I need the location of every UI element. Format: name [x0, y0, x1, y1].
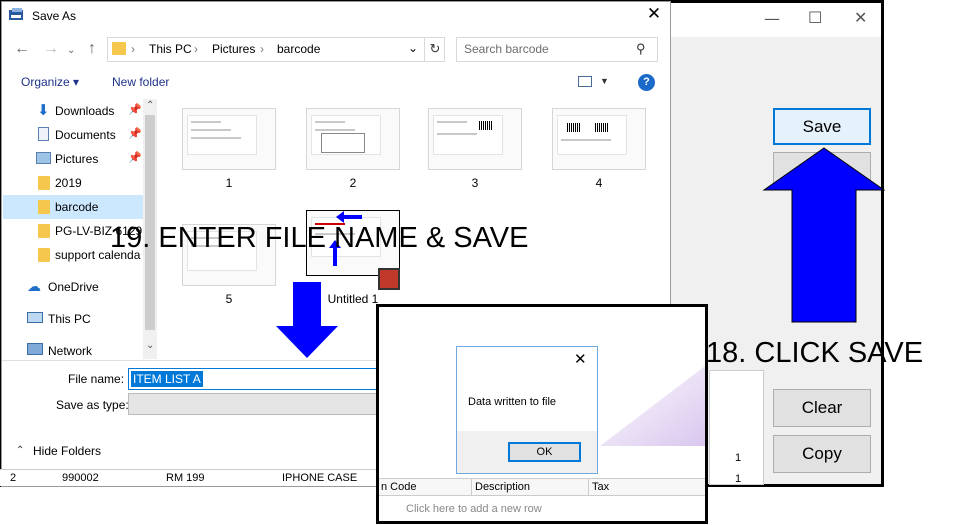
- save-as-type-label: Save as type:: [56, 398, 129, 412]
- folder-icon: [38, 200, 50, 214]
- grid-cell: 1: [735, 473, 742, 485]
- table-row: 2 990002 RM 199 IPHONE CASE: [0, 469, 378, 486]
- add-new-row[interactable]: Click here to add a new row: [406, 503, 542, 515]
- maximize-button[interactable]: ☐: [808, 8, 822, 27]
- purple-gradient-decoration: [600, 366, 705, 446]
- chevron-up-icon[interactable]: ⌃: [16, 445, 24, 456]
- file-name-label: 1: [225, 176, 233, 190]
- grid-cell: 1: [735, 452, 742, 464]
- up-arrow-annotation: [762, 147, 886, 323]
- folder-icon: [112, 42, 126, 55]
- ok-button[interactable]: OK: [508, 442, 581, 462]
- right-panel-grid: [709, 370, 764, 485]
- app-file-icon: [378, 268, 400, 290]
- file-name-label: 4: [595, 176, 603, 190]
- minimize-button[interactable]: —: [764, 9, 780, 28]
- download-icon: ⬇: [37, 102, 50, 119]
- forward-arrow-icon[interactable]: →: [43, 40, 59, 58]
- breadcrumb-separator: ›: [194, 42, 198, 56]
- grid-header: [379, 478, 705, 496]
- recent-dropdown-icon[interactable]: ⌄: [67, 45, 75, 56]
- view-dropdown-icon[interactable]: ▼: [600, 76, 609, 86]
- file-name-value: ITEM LIST A: [131, 371, 203, 387]
- organize-button[interactable]: Organize ▾: [21, 75, 79, 89]
- address-dropdown-icon[interactable]: ⌄: [408, 41, 418, 55]
- file-thumbnail[interactable]: [182, 108, 276, 170]
- new-folder-button[interactable]: New folder: [112, 75, 169, 89]
- save-as-type-select[interactable]: [128, 393, 378, 415]
- file-thumbnail[interactable]: [306, 108, 400, 170]
- message-close-button[interactable]: ✕: [574, 350, 587, 368]
- scroll-up-icon[interactable]: ⌃: [146, 100, 154, 111]
- network-icon: [27, 343, 43, 355]
- scroll-down-icon[interactable]: ⌄: [146, 340, 154, 351]
- breadcrumb-separator: ›: [260, 42, 264, 56]
- breadcrumb-pictures[interactable]: Pictures: [212, 42, 255, 56]
- file-name-label: 3: [471, 176, 479, 190]
- up-arrow-icon[interactable]: ↑: [88, 40, 96, 58]
- file-thumbnail[interactable]: [428, 108, 522, 170]
- column-header-code[interactable]: n Code: [381, 481, 416, 493]
- step-18-caption: 18. CLICK SAVE: [706, 337, 924, 369]
- column-header-description[interactable]: Description: [475, 481, 530, 493]
- documents-icon: [38, 127, 49, 141]
- folder-icon: [38, 248, 50, 262]
- command-bar: [0, 68, 668, 98]
- pin-icon[interactable]: 📌: [128, 127, 142, 140]
- sidebar-item-onedrive[interactable]: ☁ OneDrive: [3, 275, 143, 299]
- dialog-titlebar: [0, 0, 668, 32]
- dialog-title: Save As: [32, 9, 77, 23]
- file-name-label: 5: [225, 292, 233, 306]
- save-dialog-icon: [9, 8, 23, 20]
- app-close-button[interactable]: ✕: [854, 8, 867, 27]
- search-icon[interactable]: ⚲: [636, 41, 646, 57]
- search-placeholder: Search barcode: [464, 42, 549, 56]
- down-arrow-annotation: [276, 282, 338, 358]
- pictures-icon: [36, 152, 51, 164]
- sidebar-item-barcode[interactable]: barcode: [3, 195, 143, 219]
- breadcrumb-separator: ›: [131, 42, 135, 56]
- sidebar-item-documents[interactable]: Documents 📌: [3, 123, 143, 147]
- back-arrow-icon[interactable]: ←: [14, 40, 30, 58]
- message-text: Data written to file: [468, 396, 557, 408]
- hide-folders-button[interactable]: Hide Folders: [33, 444, 101, 458]
- file-name-label: 2: [349, 176, 357, 190]
- column-header-tax[interactable]: Tax: [592, 481, 609, 493]
- cloud-icon: ☁: [27, 278, 41, 294]
- file-thumbnail[interactable]: [552, 108, 646, 170]
- sidebar-item-pictures[interactable]: Pictures 📌: [3, 147, 143, 171]
- view-icon[interactable]: [578, 76, 592, 87]
- copy-button[interactable]: Copy: [773, 435, 871, 473]
- column-divider: [588, 478, 589, 496]
- help-icon[interactable]: ?: [638, 74, 655, 91]
- step-19-caption: 19. ENTER FILE NAME & SAVE: [110, 222, 529, 254]
- column-divider: [471, 478, 472, 496]
- sidebar-item-this-pc[interactable]: This PC: [3, 307, 143, 331]
- pin-icon[interactable]: 📌: [128, 103, 142, 116]
- sidebar-item-downloads[interactable]: ⬇ Downloads 📌: [3, 99, 143, 123]
- dialog-close-button[interactable]: ✕: [640, 4, 668, 28]
- computer-icon: [27, 312, 43, 323]
- folder-icon: [38, 224, 50, 238]
- pin-icon[interactable]: 📌: [128, 151, 142, 164]
- folder-icon: [38, 176, 50, 190]
- file-name-field-label: File name:: [68, 372, 125, 386]
- save-button[interactable]: Save: [773, 108, 871, 145]
- breadcrumb-this-pc[interactable]: This PC: [149, 42, 192, 56]
- refresh-icon[interactable]: ↻: [424, 37, 445, 62]
- sidebar-item-2019[interactable]: 2019: [3, 171, 143, 195]
- clear-button[interactable]: Clear: [773, 389, 871, 427]
- breadcrumb-barcode[interactable]: barcode: [277, 42, 320, 56]
